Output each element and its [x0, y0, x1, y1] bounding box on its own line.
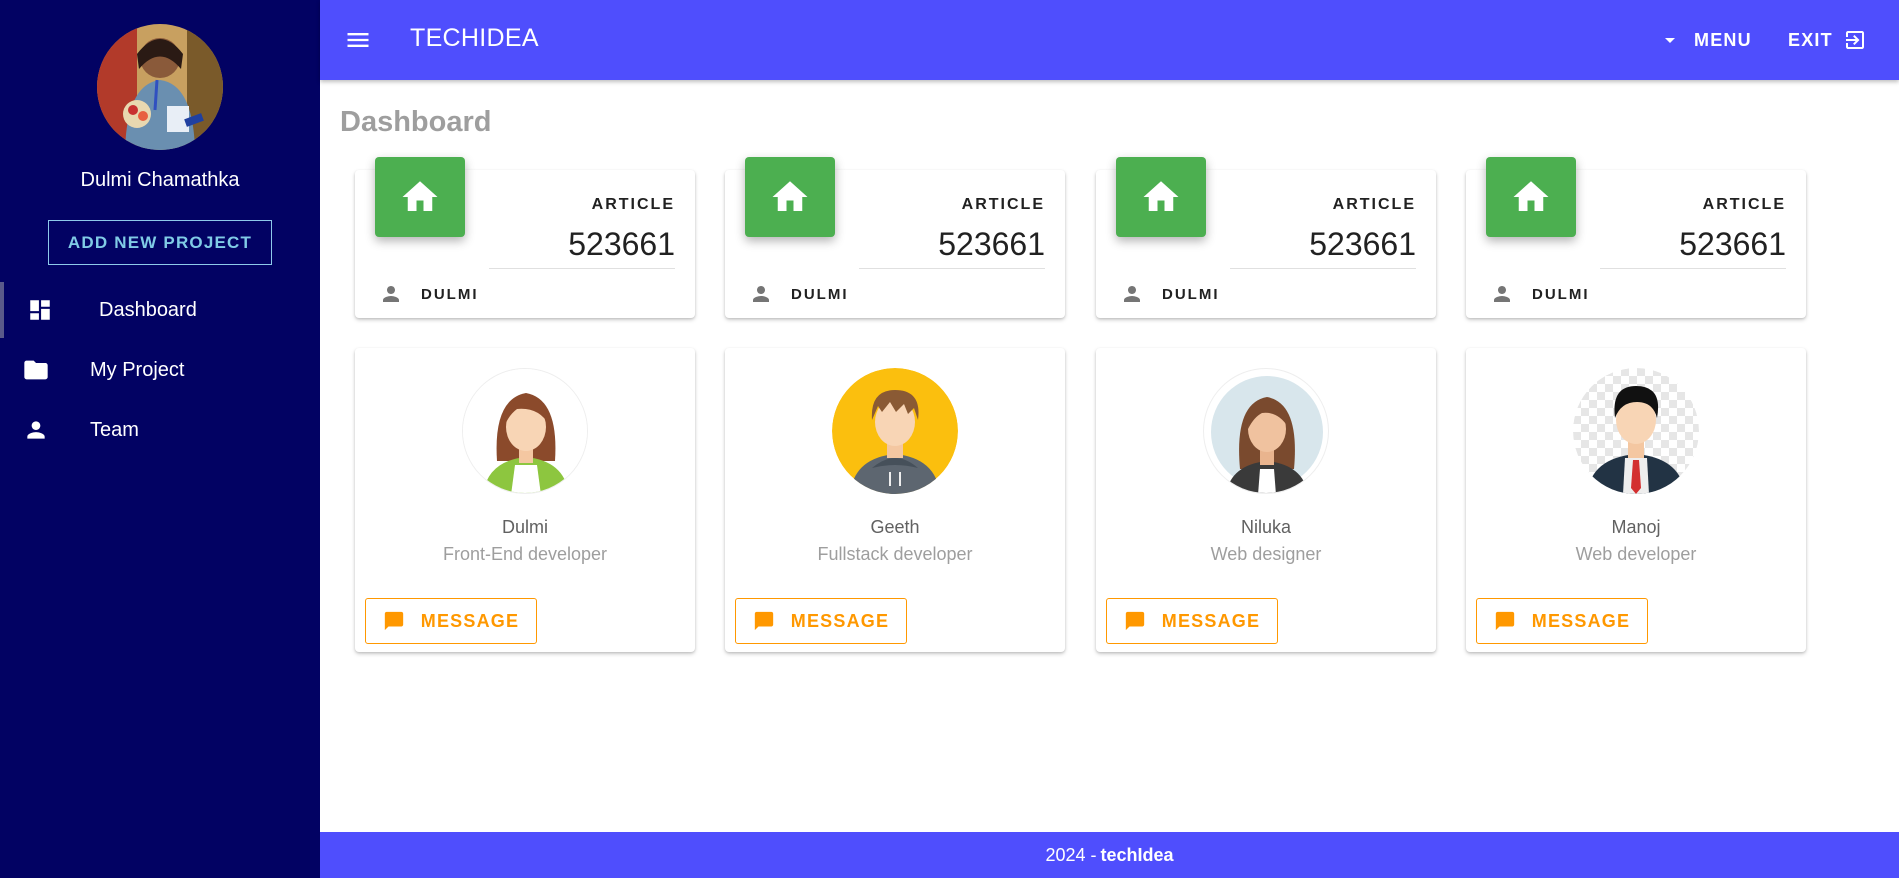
- person-icon: [379, 282, 403, 306]
- stat-card: ARTICLE 523661 DULMI: [355, 157, 695, 318]
- team-member-name: Niluka: [1240, 517, 1292, 537]
- divider: [1600, 268, 1786, 269]
- stat-footer-text: DULMI: [421, 285, 479, 303]
- team-avatar: [1203, 368, 1329, 494]
- menu-button[interactable]: MENU: [1658, 26, 1752, 54]
- team-avatar: [1573, 368, 1699, 494]
- app-brand: TECHIDEA: [410, 24, 539, 52]
- stat-footer: DULMI: [1120, 282, 1220, 306]
- message-button-label: MESSAGE: [1161, 610, 1261, 631]
- profile-avatar[interactable]: [97, 24, 223, 150]
- exit-label: EXIT: [1788, 29, 1833, 50]
- team-card: Niluka Web designer MESSAGE: [1096, 348, 1436, 652]
- team-member-role: Web designer: [1210, 544, 1322, 564]
- page-title: Dashboard: [340, 106, 492, 138]
- divider: [859, 268, 1045, 269]
- menu-label: MENU: [1694, 29, 1752, 50]
- message-button[interactable]: MESSAGE: [1106, 598, 1278, 644]
- home-icon: [375, 157, 465, 237]
- message-button[interactable]: MESSAGE: [1476, 598, 1648, 644]
- page-footer: 2024 - techIdea: [320, 832, 1899, 878]
- chat-icon: [383, 610, 405, 632]
- message-button-label: MESSAGE: [790, 610, 890, 631]
- team-member-name: Manoj: [1611, 517, 1661, 537]
- add-new-project-button[interactable]: ADD NEW PROJECT: [48, 220, 272, 265]
- team-card: Dulmi Front-End developer MESSAGE: [355, 348, 695, 652]
- team-card: Geeth Fullstack developer MESSAGE: [725, 348, 1065, 652]
- stat-value: 523661: [1309, 226, 1416, 262]
- dashboard-icon: [26, 296, 54, 324]
- message-button[interactable]: MESSAGE: [365, 598, 537, 644]
- sidebar: Dulmi Chamathka ADD NEW PROJECT Dashboar…: [0, 0, 320, 878]
- home-icon: [1116, 157, 1206, 237]
- stat-footer-text: DULMI: [1532, 285, 1590, 303]
- stat-card: ARTICLE 523661 DULMI: [1096, 157, 1436, 318]
- stat-footer-text: DULMI: [1162, 285, 1220, 303]
- team-member-role: Front-End developer: [442, 544, 608, 564]
- stat-label: ARTICLE: [591, 196, 675, 213]
- divider: [489, 268, 675, 269]
- stat-card: ARTICLE 523661 DULMI: [725, 157, 1065, 318]
- stat-value: 523661: [938, 226, 1045, 262]
- team-avatar: [462, 368, 588, 494]
- stat-label: ARTICLE: [1332, 196, 1416, 213]
- top-app-bar: TECHIDEA MENU EXIT: [320, 0, 1899, 80]
- chat-icon: [753, 610, 775, 632]
- folder-icon: [22, 356, 50, 384]
- stat-label: ARTICLE: [961, 196, 1045, 213]
- team-card: Manoj Web developer MESSAGE: [1466, 348, 1806, 652]
- divider: [1230, 268, 1416, 269]
- person-icon: [1490, 282, 1514, 306]
- home-icon: [745, 157, 835, 237]
- caret-down-icon: [1658, 28, 1682, 52]
- sidebar-item-my-project[interactable]: My Project: [0, 342, 320, 398]
- home-icon: [1486, 157, 1576, 237]
- logout-icon: [1843, 28, 1867, 52]
- stat-footer: DULMI: [1490, 282, 1590, 306]
- stat-footer-text: DULMI: [791, 285, 849, 303]
- chat-icon: [1494, 610, 1516, 632]
- sidebar-item-label: My Project: [90, 358, 185, 381]
- team-member-name: Dulmi: [501, 517, 548, 537]
- team-member-role: Web developer: [1575, 544, 1697, 564]
- footer-brand: techIdea: [1100, 844, 1174, 865]
- message-button-label: MESSAGE: [420, 610, 520, 631]
- stat-card: ARTICLE 523661 DULMI: [1466, 157, 1806, 318]
- message-button[interactable]: MESSAGE: [735, 598, 907, 644]
- stat-footer: DULMI: [749, 282, 849, 306]
- team-avatar: [832, 368, 958, 494]
- sidebar-item-label: Team: [90, 418, 139, 441]
- exit-button[interactable]: EXIT: [1788, 26, 1867, 54]
- stat-value: 523661: [1679, 226, 1786, 262]
- stat-footer: DULMI: [379, 282, 479, 306]
- team-member-name: Geeth: [870, 517, 920, 537]
- sidebar-item-dashboard[interactable]: Dashboard: [0, 282, 320, 338]
- chat-icon: [1124, 610, 1146, 632]
- hamburger-menu-icon[interactable]: [344, 26, 372, 54]
- sidebar-item-team[interactable]: Team: [0, 402, 320, 458]
- person-icon: [1120, 282, 1144, 306]
- team-member-role: Fullstack developer: [817, 544, 973, 564]
- message-button-label: MESSAGE: [1531, 610, 1631, 631]
- footer-year: 2024 -: [1045, 844, 1097, 865]
- profile-name: Dulmi Chamathka: [80, 169, 240, 191]
- stat-label: ARTICLE: [1702, 196, 1786, 213]
- person-icon: [749, 282, 773, 306]
- sidebar-item-label: Dashboard: [99, 298, 197, 321]
- person-icon: [22, 416, 50, 444]
- stat-value: 523661: [568, 226, 675, 262]
